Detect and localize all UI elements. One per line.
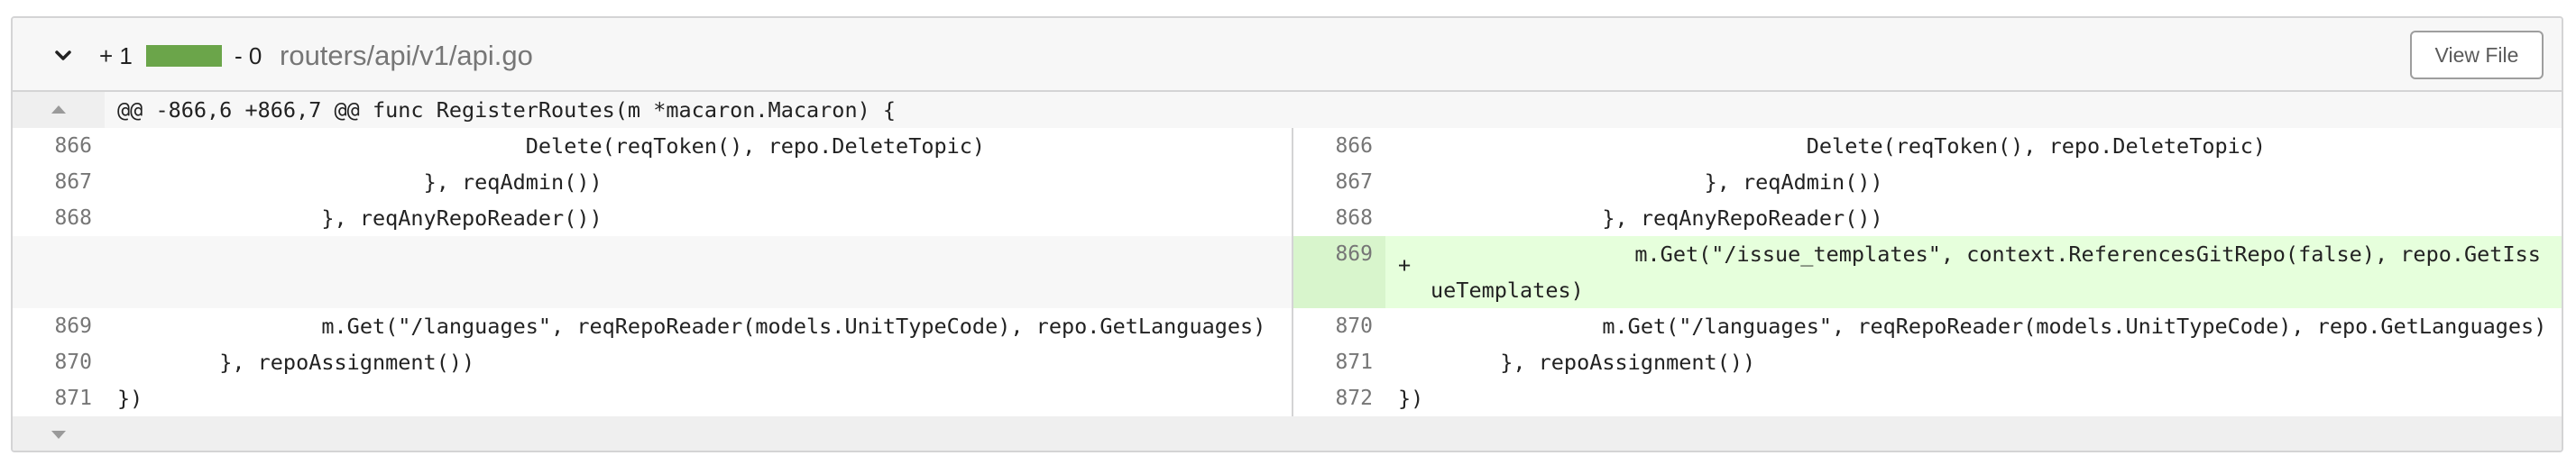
added-sign: +	[1398, 252, 1412, 278]
right-code: })	[1398, 386, 1424, 411]
diff-table: @@ -866,6 +866,7 @@ func RegisterRoutes(…	[13, 92, 2562, 451]
expand-down-button[interactable]	[13, 416, 105, 451]
right-line-number[interactable]: 867	[1293, 164, 1385, 200]
file-name: routers/api/v1/api.go	[280, 40, 533, 71]
deletions-count: - 0	[235, 42, 262, 69]
hunk-footer-row	[13, 416, 2562, 451]
hunk-header-row: @@ -866,6 +866,7 @@ func RegisterRoutes(…	[13, 92, 2562, 128]
left-line-number[interactable]: 869	[13, 308, 105, 344]
left-code: }, repoAssignment())	[117, 350, 475, 375]
right-line-number[interactable]: 866	[1293, 128, 1385, 164]
expand-down-icon	[51, 431, 66, 439]
diff-line: 870 }, repoAssignment()) 871 }, repoAssi…	[13, 344, 2562, 380]
diff-file-box: + 1 - 0 routers/api/v1/api.go View File …	[11, 16, 2563, 452]
right-code: }, repoAssignment())	[1398, 350, 1756, 375]
hunk-header: @@ -866,6 +866,7 @@ func RegisterRoutes(…	[105, 92, 2562, 128]
diff-stat-bar	[146, 45, 222, 67]
right-code-added: + m.Get("/issue_templates", context.Refe…	[1385, 236, 2562, 308]
view-file-button[interactable]: View File	[2410, 31, 2544, 79]
chevron-down-icon[interactable]	[49, 41, 78, 70]
left-code: }, reqAdmin())	[117, 169, 603, 195]
right-code: Delete(reqToken(), repo.DeleteTopic)	[1398, 133, 2267, 159]
additions-count: + 1	[99, 42, 133, 69]
right-line-number[interactable]: 869	[1293, 236, 1385, 308]
left-code: m.Get("/languages", reqRepoReader(models…	[117, 314, 1266, 339]
right-code: }, reqAnyRepoReader())	[1398, 205, 1883, 231]
left-code: })	[117, 386, 143, 411]
left-line-number[interactable]: 870	[13, 344, 105, 380]
right-line-number[interactable]: 872	[1293, 380, 1385, 416]
diff-file-header: + 1 - 0 routers/api/v1/api.go View File	[13, 18, 2562, 92]
right-line-number[interactable]: 871	[1293, 344, 1385, 380]
diff-line: 869 m.Get("/languages", reqRepoReader(mo…	[13, 308, 2562, 344]
left-line-number[interactable]: 871	[13, 380, 105, 416]
right-line-number[interactable]: 870	[1293, 308, 1385, 344]
diff-line: 868 }, reqAnyRepoReader()) 868 }, reqAny…	[13, 200, 2562, 236]
expand-up-button[interactable]	[13, 92, 105, 128]
diff-line: 871 }) 872 })	[13, 380, 2562, 416]
right-code: }, reqAdmin())	[1398, 169, 1883, 195]
expand-up-icon	[51, 105, 66, 114]
left-line-number[interactable]: 866	[13, 128, 105, 164]
left-code: Delete(reqToken(), repo.DeleteTopic)	[117, 133, 986, 159]
added-line: 869 + m.Get("/issue_templates", context.…	[13, 236, 2562, 308]
right-line-number[interactable]: 868	[1293, 200, 1385, 236]
left-code-empty	[105, 236, 1292, 308]
left-code: }, reqAnyRepoReader())	[117, 205, 603, 231]
left-line-number-empty	[13, 236, 105, 308]
diff-line: 866 Delete(reqToken(), repo.DeleteTopic)…	[13, 128, 2562, 164]
left-line-number[interactable]: 867	[13, 164, 105, 200]
right-code: m.Get("/languages", reqRepoReader(models…	[1398, 314, 2547, 339]
left-line-number[interactable]: 868	[13, 200, 105, 236]
added-code: m.Get("/issue_templates", context.Refere…	[1431, 242, 2541, 303]
hunk-footer	[105, 416, 2562, 451]
diff-line: 867 }, reqAdmin()) 867 }, reqAdmin())	[13, 164, 2562, 200]
